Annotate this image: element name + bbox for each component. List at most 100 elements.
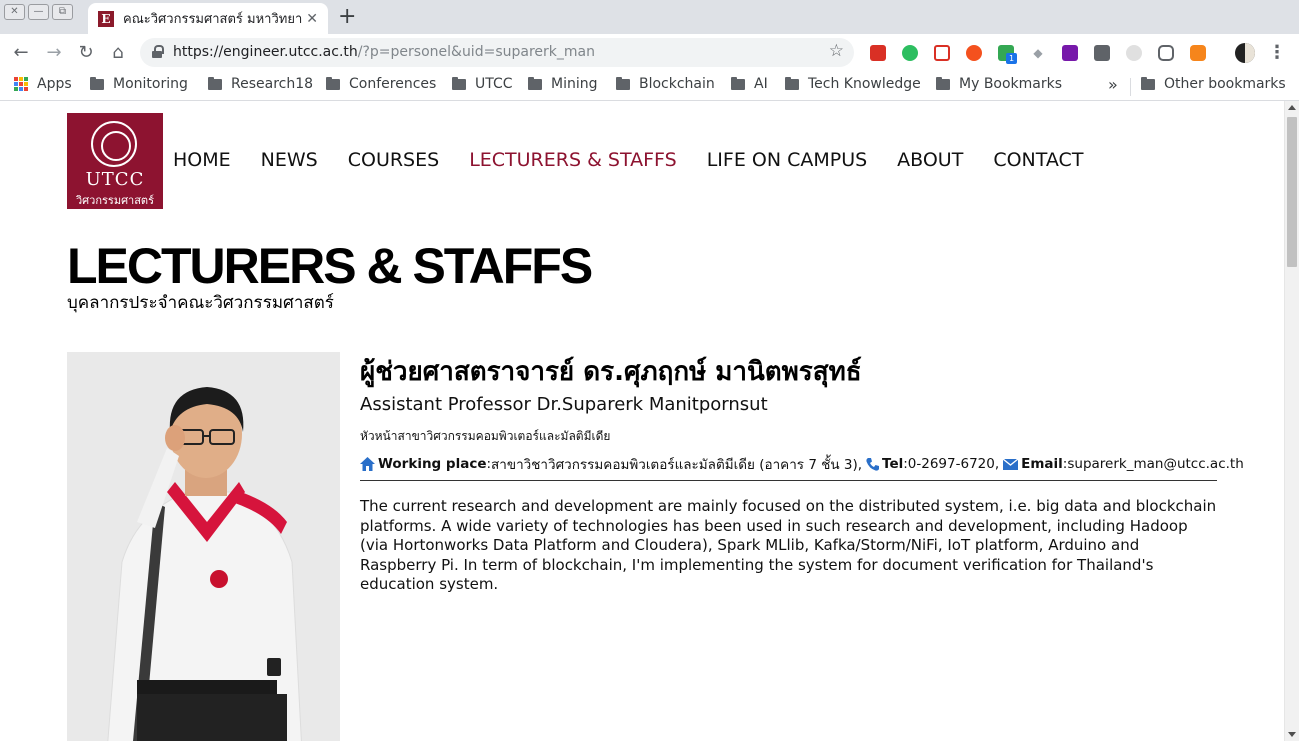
profile-avatar[interactable] <box>1235 43 1255 63</box>
tel-label: Tel <box>882 456 904 472</box>
folder-icon <box>616 76 630 90</box>
nav-life-on-campus[interactable]: LIFE ON CAMPUS <box>707 149 867 171</box>
extension-badge: 1 <box>1006 53 1017 64</box>
bookmark-mining[interactable]: Mining <box>528 76 598 92</box>
home-icon[interactable]: ⌂ <box>106 41 130 65</box>
url-base: https://engineer.utcc.ac.th <box>173 44 358 60</box>
bookmark-other-bookmarks[interactable]: Other bookmarks <box>1141 76 1286 92</box>
tab-strip: ✕ — ⧉ E คณะวิศวกรรมศาสตร์ มหาวิทยาลัยหอก… <box>0 0 1299 34</box>
working-place-label: Working place <box>378 456 487 472</box>
bookmark-apps[interactable]: Apps <box>14 76 72 92</box>
working-place-value: สาขาวิชาวิศวกรรมคอมพิวเตอร์และมัลติมีเดี… <box>491 457 863 473</box>
nav-lecturers-staffs[interactable]: LECTURERS & STAFFS <box>469 149 677 171</box>
extension-icon-4[interactable] <box>966 45 982 61</box>
bookmark-label: Tech Knowledge <box>808 76 921 92</box>
lock-icon <box>152 45 164 58</box>
email-label: Email <box>1021 456 1063 472</box>
bookmarks-overflow-icon[interactable]: » <box>1108 75 1118 94</box>
nav-about[interactable]: ABOUT <box>897 149 963 171</box>
lecturer-bio: The current research and development are… <box>360 497 1217 593</box>
bookmark-label: Research18 <box>231 76 314 92</box>
bookmark-conferences[interactable]: Conferences <box>326 76 436 92</box>
email-value[interactable]: suparerk_man@utcc.ac.th <box>1067 456 1243 472</box>
scrollbar-thumb[interactable] <box>1287 117 1297 267</box>
lecturer-portrait-image <box>67 352 340 741</box>
bookmark-my-bookmarks[interactable]: My Bookmarks <box>936 76 1062 92</box>
bookmark-label: Conferences <box>349 76 437 92</box>
extension-icon-9[interactable] <box>1126 45 1142 61</box>
bookmarks-divider <box>1130 78 1131 96</box>
university-seal-icon <box>91 121 137 167</box>
section-divider <box>360 480 1217 481</box>
metamask-icon[interactable] <box>1190 45 1206 61</box>
scroll-down-arrow-icon[interactable] <box>1288 732 1296 737</box>
active-tab[interactable]: E คณะวิศวกรรมศาสตร์ มหาวิทยาลัยหอการค้าไ… <box>88 3 328 34</box>
url-path: /?p=personel&uid=suparerk_man <box>357 44 595 60</box>
url-text[interactable]: https://engineer.utcc.ac.th/?p=personel&… <box>173 44 595 60</box>
folder-icon <box>731 76 745 90</box>
folder-icon <box>452 76 466 90</box>
folder-icon <box>1141 76 1155 90</box>
minimize-window-button[interactable]: — <box>28 4 49 20</box>
page-scrollbar[interactable] <box>1284 101 1299 741</box>
folder-icon <box>326 76 340 90</box>
menu-dots-icon[interactable]: ⋮ <box>1268 42 1286 63</box>
maximize-window-button[interactable]: ⧉ <box>52 4 73 20</box>
nav-home[interactable]: HOME <box>173 149 231 171</box>
bookmark-ai[interactable]: AI <box>731 76 768 92</box>
nav-courses[interactable]: COURSES <box>348 149 439 171</box>
bookmark-research18[interactable]: Research18 <box>208 76 313 92</box>
close-window-button[interactable]: ✕ <box>4 4 25 20</box>
dropbox-icon[interactable]: ◆ <box>1030 45 1046 61</box>
tel-value[interactable]: 0-2697-6720, <box>908 456 999 472</box>
nav-contact[interactable]: CONTACT <box>993 149 1083 171</box>
folder-icon <box>785 76 799 90</box>
reload-icon[interactable]: ↻ <box>74 41 98 65</box>
line-icon[interactable] <box>1158 45 1174 61</box>
browser-toolbar: ← → ↻ ⌂ https://engineer.utcc.ac.th/?p=p… <box>0 34 1299 72</box>
contact-line: Working place: สาขาวิชาวิศวกรรมคอมพิวเตอ… <box>360 453 1244 475</box>
site-favicon: E <box>98 10 114 27</box>
folder-icon <box>90 76 104 90</box>
address-bar[interactable]: https://engineer.utcc.ac.th/?p=personel&… <box>140 38 854 67</box>
nav-news[interactable]: NEWS <box>261 149 318 171</box>
home-location-icon <box>360 457 375 471</box>
phone-icon <box>866 457 880 471</box>
extension-icon-1[interactable] <box>870 45 886 61</box>
folder-icon <box>528 76 542 90</box>
forward-arrow-icon[interactable]: → <box>42 41 66 65</box>
lecturer-name-thai: ผู้ช่วยศาสตราจารย์ ดร.ศุภฤกษ์ มานิตพรสุท… <box>360 357 862 387</box>
utcc-logo[interactable]: UTCC วิศวกรรมศาสตร์ <box>67 113 163 209</box>
extension-icon-8[interactable] <box>1094 45 1110 61</box>
bookmark-label: Mining <box>551 76 598 92</box>
bookmarks-bar: Apps Monitoring Research18 Conferences U… <box>0 72 1299 101</box>
main-nav: HOME NEWS COURSES LECTURERS & STAFFS LIF… <box>173 149 1113 171</box>
scroll-up-arrow-icon[interactable] <box>1288 105 1296 110</box>
onenote-icon[interactable] <box>1062 45 1078 61</box>
bookmark-utcc[interactable]: UTCC <box>452 76 513 92</box>
lecturer-name-english: Assistant Professor Dr.Suparerk Manitpor… <box>360 394 768 415</box>
evernote-icon[interactable] <box>902 45 918 61</box>
bookmark-label: Blockchain <box>639 76 715 92</box>
tab-close-icon[interactable]: ✕ <box>306 11 318 27</box>
extension-icon-5[interactable]: 1 <box>998 45 1017 64</box>
page-title: LECTURERS & STAFFS <box>67 238 593 294</box>
tab-title: คณะวิศวกรรมศาสตร์ มหาวิทยาลัยหอการค้าไทย <box>123 12 303 27</box>
extension-icon-3[interactable] <box>934 45 950 61</box>
bookmark-tech-knowledge[interactable]: Tech Knowledge <box>785 76 921 92</box>
bookmark-label: Other bookmarks <box>1164 76 1286 92</box>
bookmark-blockchain[interactable]: Blockchain <box>616 76 715 92</box>
bookmark-label: My Bookmarks <box>959 76 1063 92</box>
folder-icon <box>936 76 950 90</box>
lecturer-photo <box>67 352 340 741</box>
bookmark-star-icon[interactable]: ☆ <box>829 41 844 61</box>
logo-text: UTCC <box>85 169 145 190</box>
bookmark-monitoring[interactable]: Monitoring <box>90 76 188 92</box>
apps-grid-icon <box>14 77 28 91</box>
window-controls: ✕ — ⧉ <box>4 4 73 20</box>
new-tab-button[interactable]: + <box>338 4 356 30</box>
lecturer-position: หัวหน้าสาขาวิศวกรรมคอมพิวเตอร์และมัลติมี… <box>360 429 611 443</box>
bookmark-label: Apps <box>37 76 72 92</box>
page-subtitle: บุคลากรประจำคณะวิศวกรรมศาสตร์ <box>67 293 334 313</box>
back-arrow-icon[interactable]: ← <box>9 41 33 65</box>
